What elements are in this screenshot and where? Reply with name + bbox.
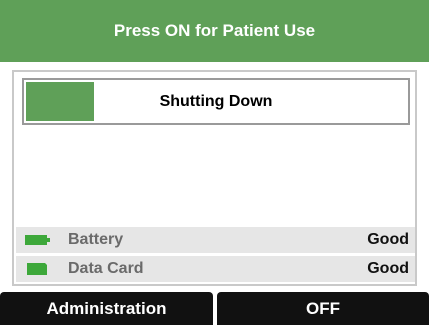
data-card-value: Good (367, 260, 409, 277)
progress-bar: Shutting Down (22, 78, 410, 125)
data-card-status-row: Data Card Good (16, 256, 415, 282)
battery-status-row: Battery Good (16, 227, 415, 253)
softkey-bar: Administration OFF (0, 292, 429, 325)
data-card-icon (16, 263, 60, 275)
off-button[interactable]: OFF (217, 292, 429, 325)
header-title: Press ON for Patient Use (113, 21, 316, 40)
header-banner: Press ON for Patient Use (0, 0, 429, 62)
administration-button[interactable]: Administration (0, 292, 213, 325)
battery-label: Battery (68, 231, 124, 248)
progress-label: Shutting Down (159, 92, 273, 110)
data-card-label: Data Card (68, 260, 144, 277)
device-screen: Press ON for Patient Use Shutting Down B… (0, 0, 429, 325)
battery-value: Good (367, 231, 409, 248)
battery-icon (16, 234, 60, 246)
status-panel: Shutting Down Battery Good Data Card Goo… (12, 70, 417, 286)
